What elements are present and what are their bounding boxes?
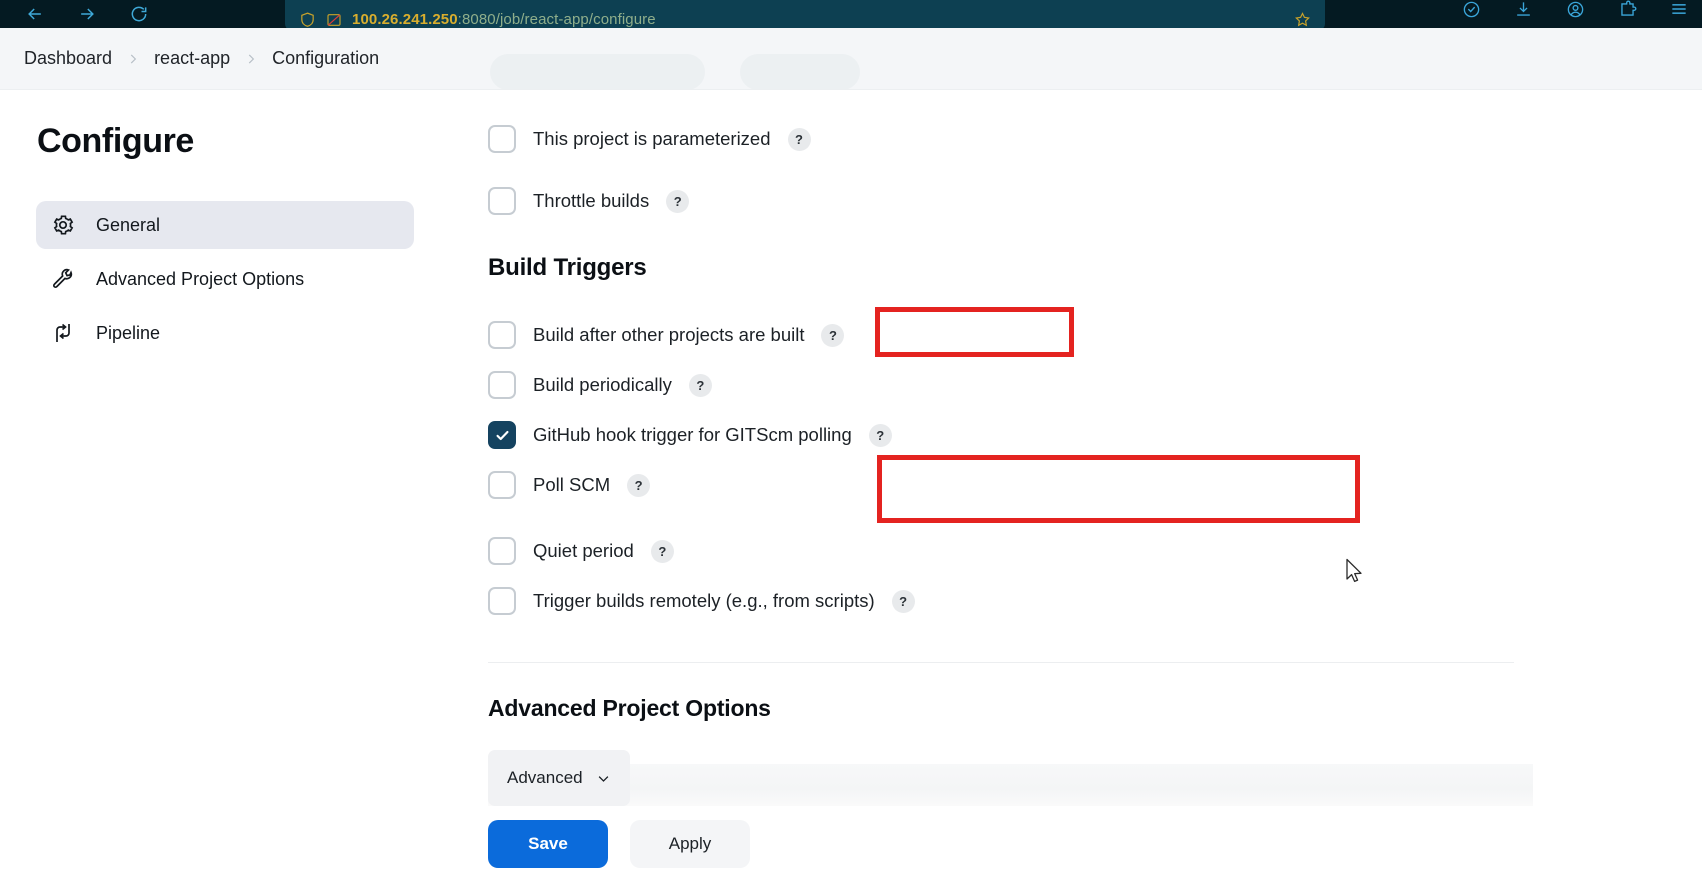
header-placeholder-b <box>740 54 860 89</box>
chevron-right-icon <box>126 52 140 66</box>
browser-chrome: 100.26.241.250:8080/job/react-app/config… <box>0 0 1702 28</box>
help-icon[interactable]: ? <box>650 539 674 563</box>
option-label: Build after other projects are built <box>533 324 805 345</box>
option-label: Throttle builds <box>533 190 650 211</box>
sidebar-item-general[interactable]: General <box>36 201 414 249</box>
breadcrumb-item-react-app[interactable]: react-app <box>154 48 230 69</box>
url-path: :8080/job/react-app/configure <box>457 11 656 28</box>
advanced-strip: Advanced <box>488 750 1533 806</box>
star-icon[interactable] <box>1294 11 1311 28</box>
broken-image-icon <box>326 12 342 28</box>
header-placeholder-a <box>490 54 705 89</box>
forward-icon[interactable] <box>76 3 98 25</box>
option-label: Build periodically <box>533 374 672 395</box>
browser-nav-buttons <box>0 3 150 25</box>
option-row-build-periodically: Build periodically ? <box>488 368 1702 402</box>
help-icon[interactable]: ? <box>627 473 651 497</box>
help-icon[interactable]: ? <box>821 323 845 347</box>
option-row-parameterized: This project is parameterized ? <box>488 122 1702 156</box>
sidebar-item-pipeline[interactable]: Pipeline <box>36 309 414 357</box>
option-row-build-after-other-projects: Build after other projects are built ? <box>488 318 1702 352</box>
apply-button[interactable]: Apply <box>630 820 750 868</box>
option-label: GitHub hook trigger for GITScm polling <box>533 424 852 445</box>
account-icon[interactable] <box>1564 0 1586 20</box>
option-row-throttle-builds: Throttle builds ? <box>488 184 1702 218</box>
option-row-quiet-period: Quiet period ? <box>488 534 1702 568</box>
sidebar-item-label: Advanced Project Options <box>96 268 305 289</box>
url-text[interactable]: 100.26.241.250:8080/job/react-app/config… <box>352 12 656 28</box>
option-row-poll-scm: Poll SCM ? <box>488 468 1702 502</box>
advanced-toggle-label: Advanced <box>507 768 583 787</box>
option-label: Poll SCM <box>533 474 611 495</box>
browser-toolbar <box>1460 0 1690 28</box>
checkbox-trigger-builds-remotely[interactable] <box>488 587 516 615</box>
checkbox-poll-scm[interactable] <box>488 471 516 499</box>
checkbox-build-after-other-projects-are-built[interactable] <box>488 321 516 349</box>
section-heading-build-triggers: Build Triggers <box>488 254 647 281</box>
configure-main: This project is parameterized ? Throttle… <box>452 90 1702 871</box>
section-heading-advanced-project-options: Advanced Project Options <box>488 695 771 721</box>
sidebar-item-label: Pipeline <box>96 322 161 343</box>
form-actions: Save Apply <box>488 820 1702 868</box>
help-icon[interactable]: ? <box>891 589 915 613</box>
page-title: Configure <box>37 122 194 160</box>
help-icon[interactable]: ? <box>688 373 712 397</box>
extensions-icon[interactable] <box>1616 0 1638 20</box>
wrench-icon <box>50 266 76 292</box>
sidebar-nav: General Advanced Project Options Pipelin… <box>36 201 414 357</box>
option-label: Trigger builds remotely (e.g., from scri… <box>533 590 875 611</box>
shield-check-icon[interactable] <box>1460 0 1482 20</box>
help-icon[interactable]: ? <box>787 127 811 151</box>
address-bar[interactable]: 100.26.241.250:8080/job/react-app/config… <box>285 0 1325 28</box>
option-row-github-hook-trigger: GitHub hook trigger for GITScm polling ? <box>488 418 1702 452</box>
gear-icon <box>50 212 76 238</box>
chevron-right-icon <box>244 52 258 66</box>
sidebar-item-label: General <box>96 214 161 235</box>
sidebar-item-advanced-project-options[interactable]: Advanced Project Options <box>36 255 414 303</box>
pipeline-icon <box>50 320 76 346</box>
shield-icon[interactable] <box>299 11 316 28</box>
option-row-trigger-builds-remotely: Trigger builds remotely (e.g., from scri… <box>488 584 1702 618</box>
configure-sidebar: Configure General Advanced Project Optio… <box>0 90 452 871</box>
advanced-toggle-button[interactable]: Advanced <box>488 750 630 806</box>
checkbox-this-project-is-parameterized[interactable] <box>488 125 516 153</box>
option-label: Quiet period <box>533 540 634 561</box>
breadcrumb-item-configuration[interactable]: Configuration <box>272 48 379 69</box>
back-icon[interactable] <box>24 3 46 25</box>
downloads-icon[interactable] <box>1512 0 1534 20</box>
save-button[interactable]: Save <box>488 820 608 868</box>
checkbox-build-periodically[interactable] <box>488 371 516 399</box>
url-host: 100.26.241.250 <box>352 11 458 28</box>
chevron-down-icon <box>596 771 611 786</box>
app-menu-icon[interactable] <box>1668 0 1690 20</box>
page-layout: Configure General Advanced Project Optio… <box>0 90 1702 871</box>
section-divider <box>488 662 1514 663</box>
help-icon[interactable]: ? <box>868 423 892 447</box>
breadcrumb: Dashboard react-app Configuration <box>24 48 379 69</box>
reload-icon[interactable] <box>128 3 150 25</box>
breadcrumb-item-dashboard[interactable]: Dashboard <box>24 48 112 69</box>
checkbox-github-hook-trigger-for-gitscm-polling[interactable] <box>488 421 516 449</box>
page-header: Dashboard react-app Configuration <box>0 28 1702 90</box>
checkbox-quiet-period[interactable] <box>488 537 516 565</box>
checkbox-throttle-builds[interactable] <box>488 187 516 215</box>
help-icon[interactable]: ? <box>666 189 690 213</box>
option-label: This project is parameterized <box>533 128 771 149</box>
